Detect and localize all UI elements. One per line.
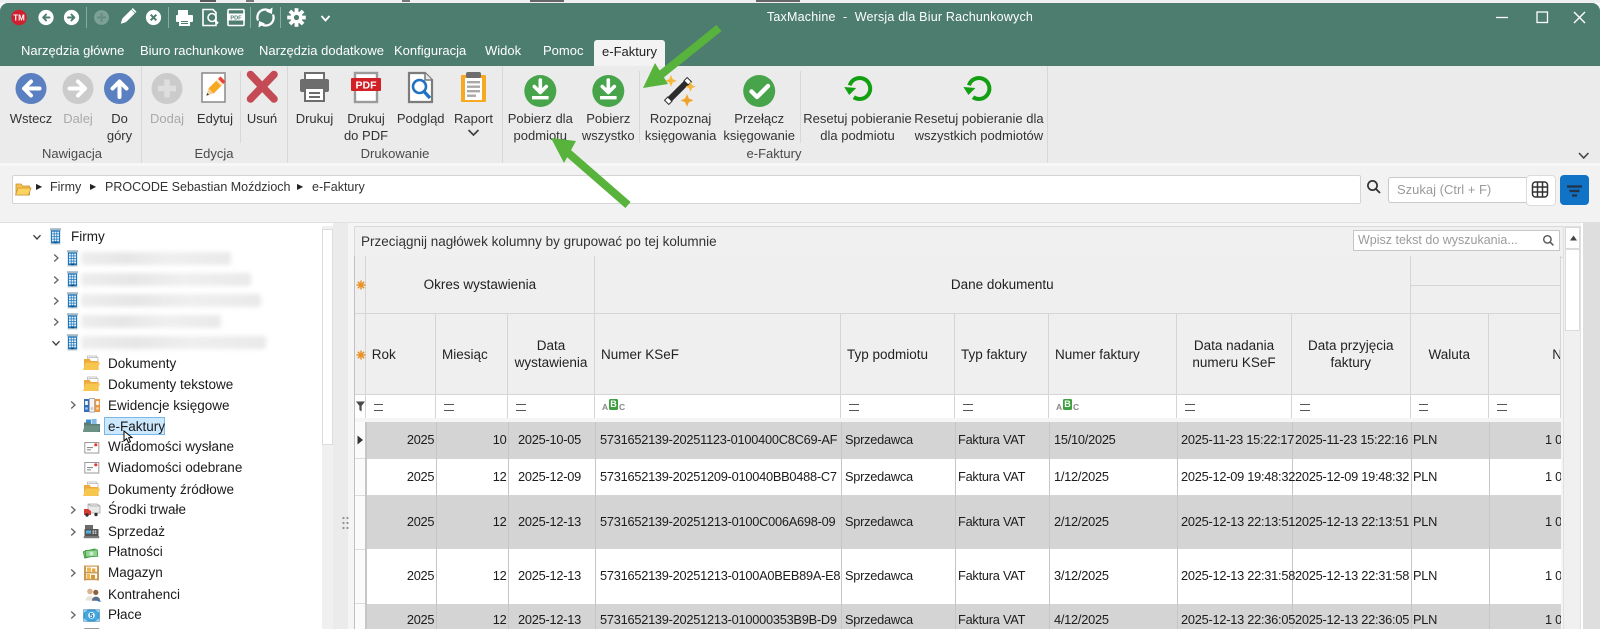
svg-text:TM: TM	[13, 14, 25, 23]
svg-text:PDF: PDF	[356, 79, 378, 91]
svg-text:PDF: PDF	[230, 15, 242, 21]
